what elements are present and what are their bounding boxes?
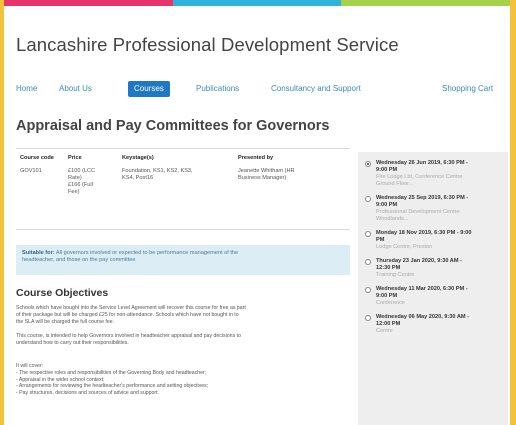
radio-unselected[interactable] — [365, 315, 371, 321]
radio-unselected[interactable] — [365, 259, 371, 265]
session-date: Wednesday 06 May 2020, 9:30 AM - — [376, 314, 469, 320]
header-keystage: Keystage(s) — [122, 155, 154, 161]
value-course-code: GOV101 — [20, 168, 42, 174]
suitable-for-text: All governors involved or expected to be… — [55, 250, 239, 256]
session-time: 9:00 PM — [376, 202, 398, 208]
objectives-paragraph-2: This course, is intended to help Governo… — [16, 333, 350, 347]
col-keystage: Keystage(s) Foundation, KS1, KS2, KS3, K… — [122, 155, 230, 182]
session-option[interactable]: Monday 18 Nov 2019, 6:30 PM - 9:00 PM Lo… — [365, 230, 501, 251]
session-option[interactable]: Wednesday 11 Mar 2020, 6:30 PM - 9:00 PM… — [365, 286, 501, 307]
session-time: PM — [376, 237, 385, 243]
col-course-code: Course code GOV101 — [20, 155, 60, 175]
objectives-bullet: - Arrangements for reviewing the headtea… — [16, 383, 209, 390]
objectives-line: This course, is intended to help Governo… — [16, 333, 241, 339]
price-line: Fee) — [68, 189, 80, 195]
strip-green — [341, 0, 510, 6]
course-details-table: Course code GOV101 Price £100 (LCC Rate)… — [16, 148, 350, 230]
session-date: Wednesday 26 Jun 2019, 6:30 PM - — [376, 160, 468, 166]
session-location: Centre — [376, 328, 393, 334]
session-location: Ground Floor... — [376, 181, 414, 187]
session-date: Wednesday 25 Sep 2019, 6:30 PM - — [376, 195, 469, 201]
price-line: £166 (Full — [68, 182, 93, 188]
session-time: 12:30 PM — [376, 265, 401, 271]
session-option[interactable]: Wednesday 25 Sep 2019, 6:30 PM - 9:00 PM… — [365, 195, 501, 223]
keystage-line: Foundation, KS1, KS2, KS3, — [122, 168, 193, 174]
price-line: £100 (LCC — [68, 168, 96, 174]
page-title: Appraisal and Pay Committees for Governo… — [16, 118, 330, 134]
session-option[interactable]: Wednesday 26 Jun 2019, 6:30 PM - 9:00 PM… — [365, 160, 501, 188]
nav-about-us[interactable]: About Us — [59, 81, 92, 97]
col-presented-by: Presented by Jeanette Whitham (HR Busine… — [238, 155, 346, 182]
course-objectives-heading: Course Objectives — [16, 287, 109, 299]
page: Lancashire Professional Development Serv… — [4, 0, 510, 425]
strip-blue — [172, 0, 342, 6]
suitable-for-label: Suitable for: — [22, 250, 55, 256]
radio-selected[interactable] — [365, 161, 371, 167]
nav-publications[interactable]: Publications — [196, 81, 239, 97]
nav-consultancy[interactable]: Consultancy and Support — [271, 81, 361, 97]
radio-unselected[interactable] — [365, 196, 371, 202]
header-price: Price — [68, 155, 82, 161]
main-nav: Home About Us Courses Publications Consu… — [16, 81, 504, 97]
session-option[interactable]: Wednesday 06 May 2020, 9:30 AM - 12:00 P… — [365, 314, 501, 335]
nav-home[interactable]: Home — [16, 81, 37, 97]
nav-shopping-cart[interactable]: Shopping Cart — [442, 81, 493, 97]
price-line: Rate) — [68, 175, 82, 181]
session-date: Thursday 23 Jan 2020, 9:30 AM - — [376, 258, 462, 264]
objectives-bullet: - The respective roles and responsibilit… — [16, 369, 207, 376]
objectives-bullet: - Appraisal in the wider school context; — [16, 376, 105, 383]
header-course-code: Course code — [20, 155, 54, 161]
session-date: Wednesday 11 Mar 2020, 6:30 PM - — [376, 286, 468, 292]
radio-unselected[interactable] — [365, 231, 371, 237]
session-location: Fire Lodge Ltd, Conference Centre — [376, 174, 463, 180]
session-location: Conference — [376, 300, 405, 306]
objectives-list-intro: It will cover: — [16, 363, 44, 369]
session-list: Wednesday 26 Jun 2019, 6:30 PM - 9:00 PM… — [358, 152, 508, 425]
nav-courses[interactable]: Courses — [128, 81, 170, 97]
suitable-for-line-1: Suitable for: All governors involved or … — [22, 250, 344, 257]
header-presented-by: Presented by — [238, 155, 274, 161]
session-location: Woodlands... — [376, 216, 409, 222]
session-time: 9:00 PM — [376, 167, 398, 173]
objectives-list: It will cover: - The respective roles an… — [16, 363, 350, 397]
session-time: 9:00 PM — [376, 293, 398, 299]
presenter-line: Jeanette Whitham (HR — [238, 168, 295, 174]
color-strip — [4, 0, 510, 6]
keystage-line: KS4, Post16 — [122, 175, 154, 181]
session-date: Monday 18 Nov 2019, 6:30 PM - 9:00 — [376, 230, 472, 236]
session-option[interactable]: Thursday 23 Jan 2020, 9:30 AM - 12:30 PM… — [365, 258, 501, 279]
site-title[interactable]: Lancashire Professional Development Serv… — [16, 34, 399, 56]
objectives-line: Schools which have bought into the Servi… — [16, 305, 246, 311]
objectives-bullet: - Pay structures, decisions and sources … — [16, 390, 160, 397]
objectives-line: of their package but will be charged £25… — [16, 311, 239, 318]
session-location: Training Centre — [376, 272, 415, 278]
col-price: Price £100 (LCC Rate) £166 (Full Fee) — [68, 155, 112, 196]
suitable-for-line-2: headteacher, and those on the pay commit… — [22, 257, 136, 263]
objectives-paragraph-1: Schools which have bought into the Servi… — [16, 305, 350, 325]
session-location: Lodge Centre, Preston — [376, 244, 433, 250]
suitable-for-box: Suitable for: All governors involved or … — [16, 245, 350, 275]
session-time: 12:00 PM — [376, 321, 401, 327]
strip-pink — [4, 0, 173, 6]
presenter-line: Business Manager) — [238, 175, 287, 181]
objectives-line: understand how to carry out their respon… — [16, 339, 129, 346]
objectives-line: the SLA will be charged the full course … — [16, 318, 115, 325]
radio-unselected[interactable] — [365, 287, 371, 293]
session-location: Professional Development Centre — [376, 209, 460, 215]
